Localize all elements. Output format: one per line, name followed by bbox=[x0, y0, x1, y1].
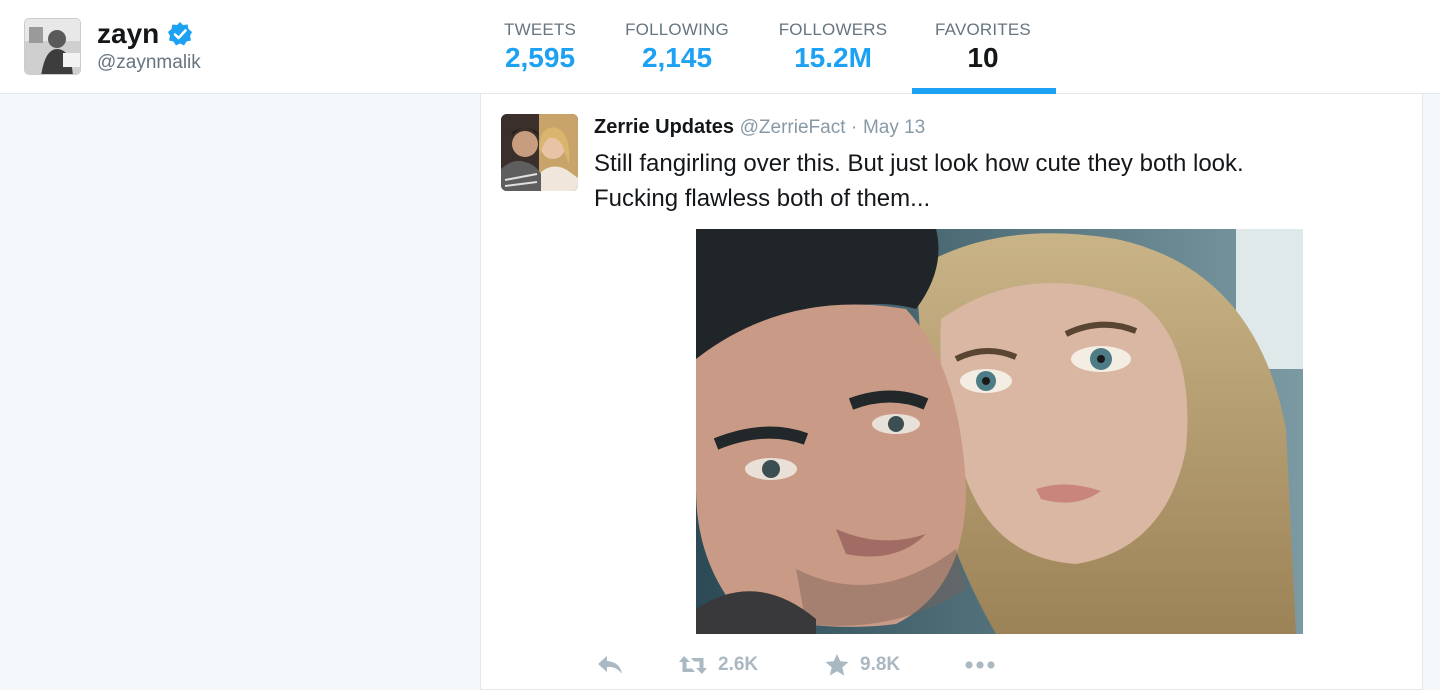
retweet-button[interactable]: 2.6K bbox=[678, 650, 758, 680]
more-icon bbox=[965, 661, 995, 669]
favorite-button[interactable]: 9.8K bbox=[824, 650, 900, 680]
header-separator: · bbox=[851, 117, 858, 138]
retweet-count: 2.6K bbox=[718, 654, 759, 675]
star-icon bbox=[825, 654, 849, 676]
tweet-text: Still fangirling over this. But just loo… bbox=[594, 146, 1394, 216]
stat-label: FOLLOWING bbox=[625, 20, 729, 39]
stat-value: 10 bbox=[967, 42, 999, 73]
profile-name-row: zayn bbox=[97, 18, 193, 50]
profile-nav: zayn @zaynmalik TWEETS 2,595 FOLLOWING 2… bbox=[0, 0, 1440, 94]
reply-button[interactable] bbox=[596, 650, 624, 680]
stat-value: 15.2M bbox=[794, 42, 872, 73]
tweet-media-photo[interactable] bbox=[696, 229, 1303, 634]
stat-following[interactable]: FOLLOWING 2,145 bbox=[622, 20, 732, 94]
tweet-author-avatar[interactable] bbox=[501, 114, 578, 191]
tweet-text-line: Still fangirling over this. But just loo… bbox=[594, 150, 1244, 177]
tweet-text-line: Fucking flawless both of them... bbox=[594, 185, 931, 212]
stat-label: FOLLOWERS bbox=[778, 20, 888, 39]
profile-avatar[interactable] bbox=[24, 18, 81, 75]
more-button[interactable] bbox=[964, 650, 996, 680]
tweet-card[interactable]: Zerrie Updates @ZerrieFact · May 13 Stil… bbox=[480, 94, 1423, 690]
stat-label: FAVORITES bbox=[935, 20, 1031, 39]
stat-followers[interactable]: FOLLOWERS 15.2M bbox=[776, 20, 890, 94]
tweet-actions: 2.6K 9.8K bbox=[594, 650, 1094, 680]
stat-favorites[interactable]: FAVORITES 10 bbox=[930, 20, 1036, 94]
profile-name[interactable]: zayn bbox=[97, 18, 159, 50]
favorite-count: 9.8K bbox=[860, 654, 901, 675]
reply-icon bbox=[598, 656, 622, 674]
tweet-author-name[interactable]: Zerrie Updates bbox=[594, 116, 734, 138]
retweet-icon bbox=[679, 656, 707, 674]
tweet-header: Zerrie Updates @ZerrieFact · May 13 bbox=[594, 114, 925, 141]
stat-label: TWEETS bbox=[503, 20, 577, 39]
stat-value: 2,145 bbox=[641, 42, 713, 73]
profile-handle: @zaynmalik bbox=[97, 52, 201, 73]
stat-tweets[interactable]: TWEETS 2,595 bbox=[503, 20, 577, 94]
stat-value: 2,595 bbox=[504, 42, 576, 73]
tweet-timestamp[interactable]: May 13 bbox=[863, 117, 925, 138]
tweet-author-handle[interactable]: @ZerrieFact bbox=[740, 117, 846, 138]
verified-badge-icon bbox=[168, 22, 193, 46]
